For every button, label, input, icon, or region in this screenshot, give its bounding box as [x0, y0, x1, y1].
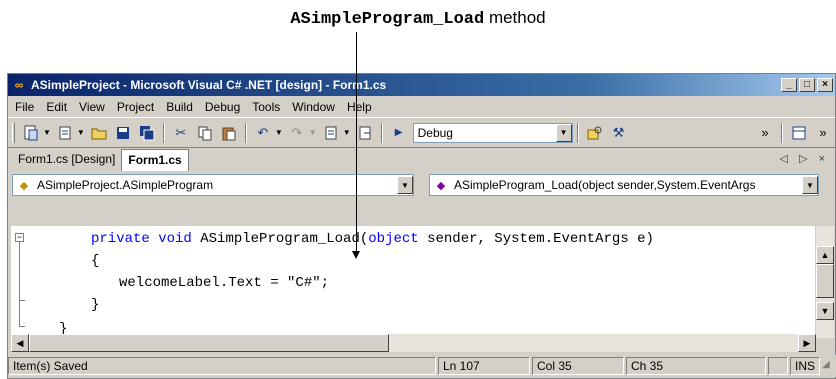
code-navigation-bar: ◆ ASimpleProject.ASimpleProgram ▼ ◆ ASim… — [8, 171, 835, 199]
scroll-up-icon[interactable]: ▲ — [816, 246, 834, 264]
outline-tick — [19, 300, 25, 301]
tab-form1-design[interactable]: Form1.cs [Design] — [12, 149, 121, 171]
chevron-down-icon[interactable]: ▼ — [343, 128, 351, 137]
layout-icon[interactable] — [790, 124, 808, 142]
menu-project[interactable]: Project — [114, 100, 163, 114]
caption: ASimpleProgram_Load method — [0, 8, 836, 29]
outline-margin: − — [11, 226, 37, 338]
document-tabs: Form1.cs [Design] Form1.cs ◁ ▷ × — [8, 147, 835, 171]
status-bar: Item(s) Saved Ln 107 Col 35 Ch 35 INS ◢ — [8, 355, 836, 377]
menu-edit[interactable]: Edit — [43, 100, 76, 114]
open-folder-icon[interactable] — [90, 124, 108, 142]
collapse-icon[interactable]: − — [15, 233, 24, 242]
toolbar-separator — [781, 122, 783, 143]
tools-icon[interactable]: ⚒ — [610, 124, 628, 142]
horizontal-scrollbar[interactable]: ◀ ▶ — [11, 334, 816, 352]
chevron-down-icon[interactable]: ▼ — [555, 123, 572, 142]
status-empty — [768, 357, 788, 375]
solution-configuration-value: Debug — [417, 125, 453, 140]
scroll-thumb[interactable] — [29, 334, 389, 352]
toolbar-grip[interactable] — [12, 122, 15, 143]
close-button[interactable]: × — [817, 78, 833, 92]
redo-icon[interactable]: ↷ — [288, 124, 306, 142]
class-icon: ◆ — [19, 179, 29, 192]
menu-build[interactable]: Build — [163, 100, 202, 114]
minimize-button[interactable]: _ — [781, 78, 797, 92]
window-title: ASimpleProject - Microsoft Visual C# .NE… — [31, 78, 387, 92]
navigate-backward-icon[interactable] — [322, 124, 340, 142]
navigate-forward-icon[interactable] — [356, 124, 374, 142]
toolbar-overflow-icon[interactable]: » — [756, 124, 774, 142]
class-select[interactable]: ◆ ASimpleProject.ASimpleProgram ▼ — [12, 174, 414, 196]
menu-debug[interactable]: Debug — [202, 100, 249, 114]
new-project-icon[interactable] — [22, 124, 40, 142]
save-all-icon[interactable] — [138, 124, 156, 142]
chevron-down-icon[interactable]: ▼ — [77, 128, 85, 137]
scroll-right-icon[interactable]: ▶ — [798, 334, 816, 352]
pointer-arrowhead — [352, 251, 360, 259]
code-editor[interactable]: − private void ASimpleProgram_Load(objec… — [11, 226, 815, 338]
toolbar-overflow-icon[interactable]: » — [814, 124, 832, 142]
menu-help[interactable]: Help — [344, 100, 381, 114]
chevron-down-icon[interactable]: ▼ — [43, 128, 51, 137]
outline-line — [19, 242, 20, 326]
status-insert-mode: INS — [790, 357, 820, 375]
caption-text: method — [488, 8, 546, 27]
code-line: private void ASimpleProgram_Load(object … — [91, 231, 654, 247]
tab-navigation-controls[interactable]: ◁ ▷ × — [780, 152, 829, 165]
vertical-scrollbar[interactable]: ▲ ▼ — [816, 226, 834, 338]
find-in-files-icon[interactable] — [586, 124, 604, 142]
toolbar-separator — [380, 122, 383, 143]
pointer-line — [356, 32, 357, 254]
menu-bar: File Edit View Project Build Debug Tools… — [8, 96, 835, 117]
app-icon: ∞ — [14, 78, 24, 92]
code-line: welcomeLabel.Text = "C#"; — [119, 275, 330, 291]
paste-icon[interactable] — [220, 124, 238, 142]
member-select-value: ASimpleProgram_Load(object sender,System… — [454, 178, 756, 192]
toolbar-separator — [244, 122, 247, 143]
tab-form1-code[interactable]: Form1.cs — [121, 149, 189, 171]
title-bar: ∞ ASimpleProject - Microsoft Visual C# .… — [8, 74, 835, 96]
status-column: Col 35 — [532, 357, 624, 375]
menu-view[interactable]: View — [76, 100, 114, 114]
scroll-thumb[interactable] — [816, 264, 834, 298]
resize-grip-icon[interactable]: ◢ — [822, 359, 836, 373]
cut-icon[interactable]: ✂ — [172, 124, 190, 142]
status-char: Ch 35 — [626, 357, 766, 375]
solution-configuration-select[interactable]: Debug ▼ — [412, 122, 573, 143]
method-icon: ◆ — [436, 179, 446, 192]
save-icon[interactable] — [114, 124, 132, 142]
scroll-left-icon[interactable]: ◀ — [11, 334, 29, 352]
scroll-down-icon[interactable]: ▼ — [816, 302, 834, 320]
add-item-icon[interactable] — [56, 124, 74, 142]
chevron-down-icon[interactable]: ▼ — [802, 176, 818, 194]
standard-toolbar: ▼ ▼ ✂ ↶ ▼ ↷ ▼ ▼ ▶ Debug ▼ ⚒ » » — [8, 117, 835, 147]
member-select[interactable]: ◆ ASimpleProgram_Load(object sender,Syst… — [429, 174, 819, 196]
maximize-button[interactable]: □ — [799, 78, 815, 92]
toolbar-separator — [576, 122, 579, 143]
undo-icon[interactable]: ↶ — [254, 124, 272, 142]
status-message: Item(s) Saved — [8, 357, 436, 375]
class-select-value: ASimpleProject.ASimpleProgram — [37, 178, 214, 192]
chevron-down-icon[interactable]: ▼ — [397, 176, 413, 194]
caption-method-name: ASimpleProgram_Load — [290, 10, 485, 29]
start-icon[interactable]: ▶ — [390, 124, 408, 142]
chevron-down-icon[interactable]: ▼ — [275, 128, 283, 137]
chevron-down-icon[interactable]: ▼ — [309, 128, 317, 137]
toolbar-separator — [162, 122, 165, 143]
code-line: } — [91, 297, 100, 313]
code-line: { — [91, 253, 100, 269]
outline-tick — [19, 326, 25, 327]
menu-tools[interactable]: Tools — [249, 100, 289, 114]
copy-icon[interactable] — [196, 124, 214, 142]
menu-file[interactable]: File — [12, 100, 43, 114]
status-line: Ln 107 — [438, 357, 530, 375]
menu-window[interactable]: Window — [289, 100, 344, 114]
